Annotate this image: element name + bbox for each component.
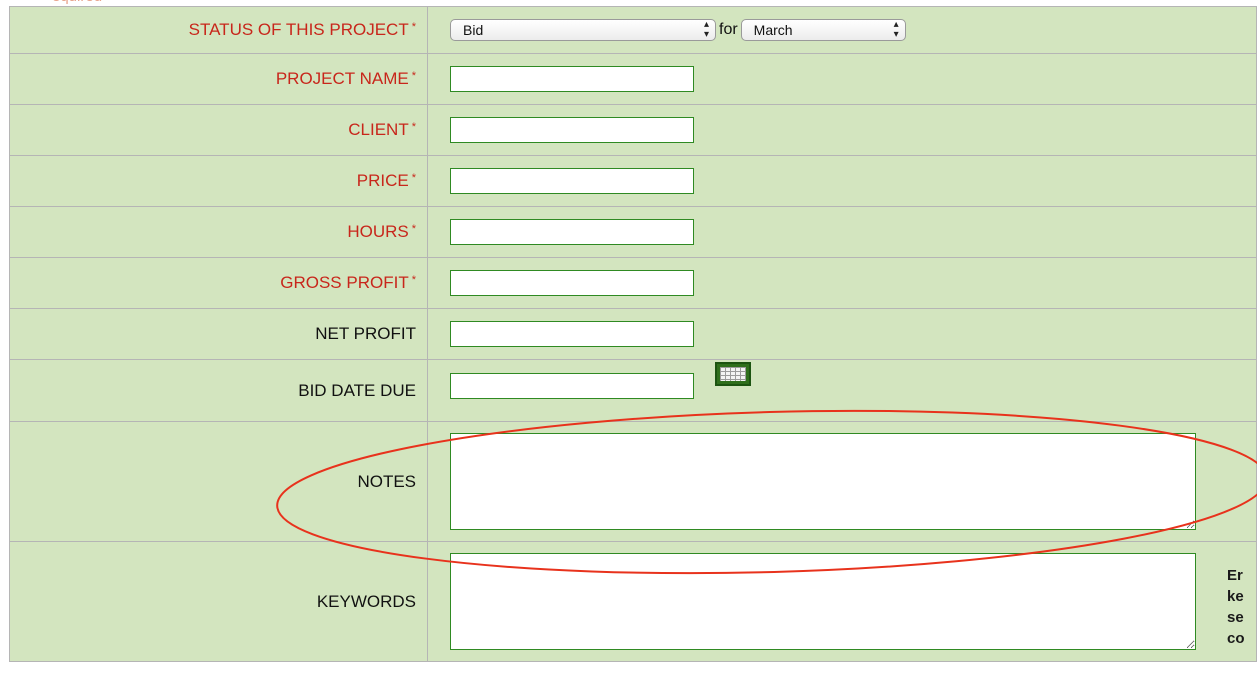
bid-date-due-field-cell [427,359,1257,422]
keywords-help-text: Er ke se co [1227,565,1245,649]
for-text: for [719,21,738,38]
status-select[interactable]: Bid ▴ ▾ [450,19,716,41]
price-field-cell [427,155,1257,207]
client-label-cell: CLIENT * [9,104,428,156]
row-status: STATUS OF THIS PROJECT * Bid ▴ ▾ for March… [9,6,1257,54]
row-client: CLIENT * [9,104,1257,156]
notes-field-cell [427,421,1257,542]
project-name-input[interactable] [450,66,694,92]
gross-profit-label-cell: GROSS PROFIT * [9,257,428,309]
keywords-textarea[interactable] [450,553,1196,650]
project-name-label: PROJECT NAME [275,69,409,88]
keywords-help-line: se [1227,609,1244,626]
required-star: * [411,21,416,33]
notes-textarea[interactable] [450,433,1196,530]
hours-label: HOURS [347,222,409,241]
status-field-cell: Bid ▴ ▾ for March ▴ ▾ [427,6,1257,54]
bid-date-due-input[interactable] [450,373,694,399]
gross-profit-input[interactable] [450,270,694,296]
keywords-field-cell: Er ke se co [427,541,1257,662]
calendar-grid [720,367,746,381]
row-keywords: KEYWORDS Er ke se co [9,541,1257,662]
price-label-cell: PRICE * [9,155,428,207]
row-notes: NOTES [9,421,1257,542]
select-arrows-icon: ▴ ▾ [893,19,899,40]
required-star: * [411,274,416,286]
row-hours: HOURS * [9,206,1257,258]
project-name-field-cell [427,53,1257,105]
notes-label: NOTES [357,471,416,491]
status-select-value: Bid [463,22,484,38]
keywords-help-line: ke [1227,588,1244,605]
row-net-profit: NET PROFIT [9,308,1257,360]
gross-profit-field-cell [427,257,1257,309]
hours-input[interactable] [450,219,694,245]
row-bid-date-due: BID DATE DUE [9,359,1257,422]
select-arrows-icon: ▴ ▾ [703,19,709,40]
keywords-label-cell: KEYWORDS [9,541,428,662]
client-label: CLIENT [348,120,409,139]
row-gross-profit: GROSS PROFIT * [9,257,1257,309]
notes-label-cell: NOTES [9,421,428,542]
required-star: * [411,70,416,82]
client-field-cell [427,104,1257,156]
keywords-help-line: Er [1227,567,1243,584]
required-star: * [411,121,416,133]
bid-date-due-label: BID DATE DUE [298,380,416,400]
month-select[interactable]: March ▴ ▾ [740,19,906,41]
status-label-cell: STATUS OF THIS PROJECT * [9,6,428,54]
price-input[interactable] [450,168,694,194]
keywords-label: KEYWORDS [316,591,416,611]
calendar-icon[interactable] [715,362,751,386]
gross-profit-label: GROSS PROFIT [280,273,409,292]
keywords-help-line: co [1227,630,1245,647]
bid-date-due-label-cell: BID DATE DUE [9,359,428,422]
hours-field-cell [427,206,1257,258]
hours-label-cell: HOURS * [9,206,428,258]
net-profit-label: NET PROFIT [315,324,416,343]
project-name-label-cell: PROJECT NAME * [9,53,428,105]
status-label: STATUS OF THIS PROJECT [188,20,409,39]
client-input[interactable] [450,117,694,143]
project-form: STATUS OF THIS PROJECT * Bid ▴ ▾ for March… [9,6,1257,662]
required-star: * [411,223,416,235]
net-profit-field-cell [427,308,1257,360]
row-project-name: PROJECT NAME * [9,53,1257,105]
required-note: equired [52,0,102,5]
row-price: PRICE * [9,155,1257,207]
month-select-value: March [753,22,793,38]
net-profit-input[interactable] [450,321,694,347]
required-star: * [411,172,416,184]
net-profit-label-cell: NET PROFIT [9,308,428,360]
price-label: PRICE [356,171,409,190]
